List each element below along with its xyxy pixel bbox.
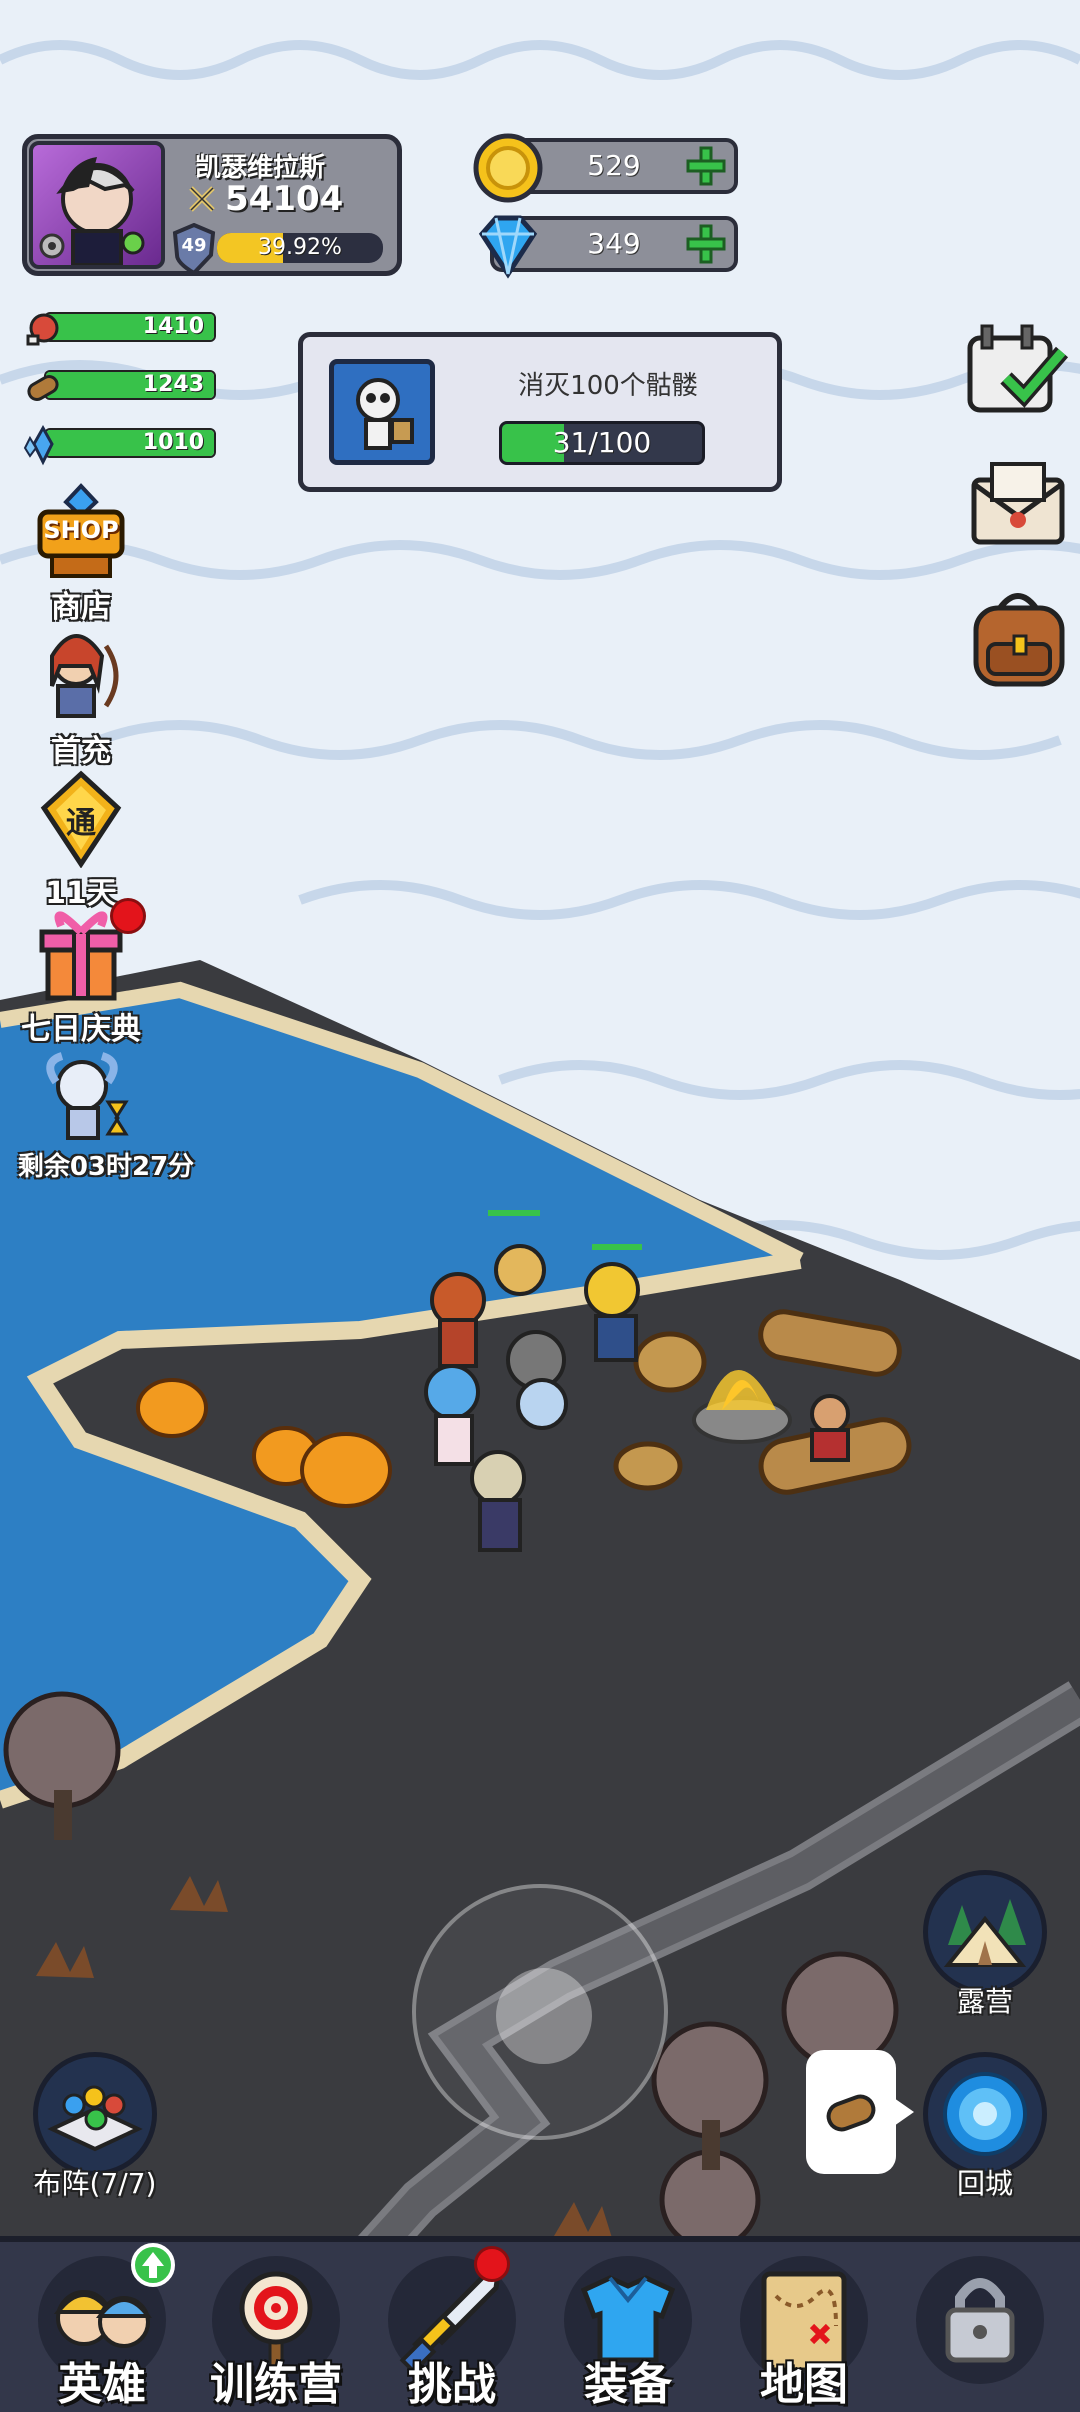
nav-challenge[interactable]: 挑战 [364,2242,540,2412]
resource-crystal: 1010 [22,424,216,466]
combat-power: 54104 [187,179,343,219]
gold-coin-icon [473,133,543,203]
camp-button[interactable]: 露营 [910,1870,1060,2020]
quest-progress-text: 31/100 [552,426,652,459]
player-panel[interactable]: 凯瑟维拉斯 54104 49 39.92% [22,134,402,276]
notification-dot [474,2246,510,2282]
fairy-hourglass-icon [30,1046,140,1146]
camp-tent-icon [923,1870,1047,1994]
wood-log-icon [826,2094,876,2132]
quest-progress-bar: 31/100 [499,421,705,465]
portal-icon [923,2052,1047,2176]
first-recharge-label: 首充 [51,734,111,769]
return-city-button[interactable]: 回城 [910,2052,1060,2202]
return-city-label: 回城 [956,2167,1013,2200]
wood-log-icon [27,375,59,401]
battle-pass-button[interactable]: 通 11天 [6,768,156,912]
xp-percent: 39.92% [258,235,342,260]
nav-equipment[interactable]: 装备 [540,2242,716,2412]
nav-challenge-label: 挑战 [408,2359,496,2410]
nav-training-camp[interactable]: 训练营 [188,2242,364,2412]
gold-amount: 529 [587,149,641,182]
resource-meat: 1410 [22,308,216,346]
nav-equipment-label: 装备 [584,2359,672,2410]
archer-heroine-icon [26,626,136,726]
gift-box-icon [26,898,146,1004]
event-remaining-time: 剩余03时27分 [17,1152,195,1182]
xp-bar: 39.92% [217,233,383,263]
limited-event-button[interactable]: 剩余03时27分 [6,1046,206,1183]
battle-pass-icon: 通 [26,768,136,869]
mail-button[interactable] [966,450,1076,560]
resource-value: 1010 [142,430,204,455]
notification-dot [110,898,146,934]
nav-locked[interactable] [892,2242,1068,2412]
mail-envelope-icon [971,462,1065,545]
player-level: 49 [181,235,207,256]
settings-gear-icon[interactable] [35,229,69,263]
joystick-knob[interactable] [496,1968,592,2064]
formation-icon [33,2052,157,2176]
quest-icon [329,359,435,465]
backpack-button[interactable] [966,584,1076,694]
shop-button[interactable]: SHOP 商店 [6,482,156,626]
first-recharge-button[interactable]: 首充 [6,626,156,770]
resource-value: 1410 [142,314,204,339]
battle-pass-badge: 通 [66,806,96,841]
bottom-navigation: 英雄 训练营 挑战 装备 地图 [0,2236,1080,2412]
shop-badge-text: SHOP [43,516,119,544]
calendar-check-icon [967,324,1069,413]
movement-joystick[interactable] [412,1884,668,2140]
add-gold-button[interactable] [682,146,730,186]
resource-value: 1243 [142,372,204,397]
level-badge: 49 [171,222,217,276]
shop-label: 商店 [51,590,111,625]
crystal-icon [23,424,54,466]
nav-heroes-label: 英雄 [58,2359,146,2410]
quest-title: 消灭100个骷髅 [518,371,698,401]
nav-heroes[interactable]: 英雄 [14,2242,190,2412]
crossed-swords-icon [189,186,215,212]
backpack-icon [973,593,1065,687]
seven-day-label: 七日庆典 [21,1012,141,1047]
wood-speech-bubble [806,2050,914,2174]
combat-power-value: 54104 [225,179,344,219]
nav-map[interactable]: 地图 [716,2242,892,2412]
formation-label: 布阵(7/7) [33,2167,157,2200]
formation-button[interactable]: 布阵(7/7) [20,2052,170,2202]
add-diamond-button[interactable] [682,224,730,264]
shop-icon: SHOP [26,482,136,582]
diamond-icon [478,215,538,279]
meat-icon [26,313,59,346]
nav-map-label: 地图 [760,2359,848,2410]
player-avatar[interactable] [29,141,165,269]
gold-currency-bar: 529 [473,133,738,203]
camp-label: 露营 [956,1985,1013,2018]
daily-checkin-button[interactable] [960,314,1070,424]
resource-wood: 1243 [22,366,216,401]
diamond-currency-bar: 349 [478,215,738,279]
quest-panel[interactable]: 消灭100个骷髅 31/100 [298,332,782,492]
seven-day-celebration-button[interactable]: 七日庆典 [6,898,156,1048]
skeleton-icon [356,378,414,450]
nav-training-label: 训练营 [210,2359,342,2410]
diamond-amount: 349 [587,227,641,260]
lock-icon [916,2256,1044,2384]
upgrade-arrow-icon [131,2243,175,2287]
